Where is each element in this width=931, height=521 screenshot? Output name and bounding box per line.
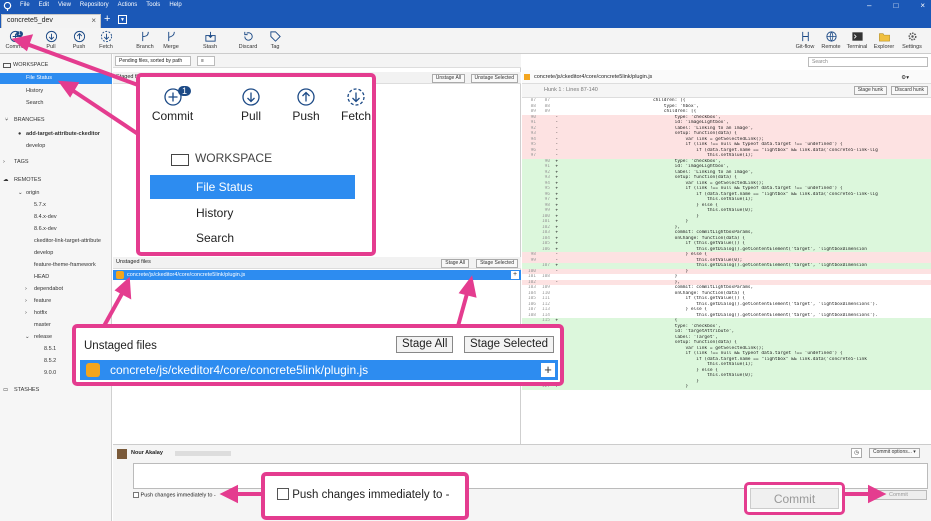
callout-arrows — [11, 34, 887, 504]
arrow-to-unstaged-file — [102, 289, 126, 327]
arrow-to-file-status — [70, 88, 140, 136]
arrow-to-commit — [23, 41, 139, 87]
arrowhead-icon — [868, 484, 887, 504]
arrowhead-icon — [219, 484, 238, 504]
arrowhead-icon — [11, 34, 34, 52]
arrow-to-stage-selected — [456, 289, 470, 327]
arrowhead-icon — [458, 275, 477, 298]
